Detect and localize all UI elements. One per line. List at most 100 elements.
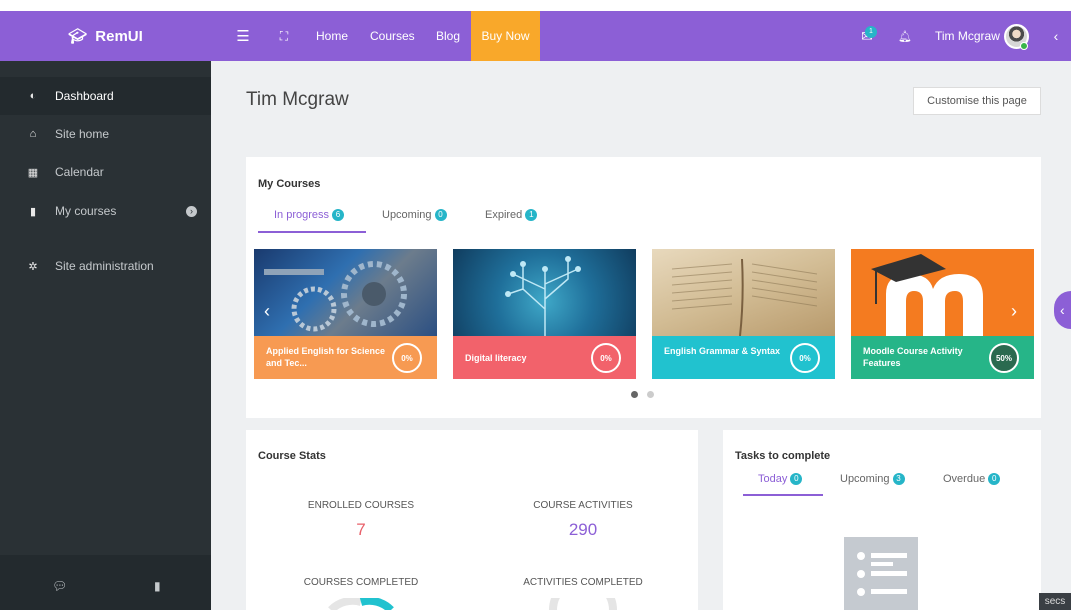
nav-link-blog[interactable]: Blog	[436, 11, 460, 61]
course-image	[453, 249, 636, 336]
tab-count-badge: 6	[332, 209, 345, 221]
sidebar-item-site-administration[interactable]: ✲ Site administration	[0, 247, 211, 285]
course-label-bar: Digital literacy 0%	[453, 336, 636, 379]
tab-upcoming[interactable]: Upcoming 3	[840, 473, 905, 485]
bookmark-icon[interactable]: ▮	[154, 579, 161, 593]
carousel-dot-active[interactable]	[631, 391, 638, 398]
course-name: Moodle Course Activity Features	[863, 346, 963, 368]
carousel-next-arrow[interactable]: ›	[1011, 301, 1017, 322]
course-card[interactable]: English Grammar & Syntax 0%	[652, 249, 835, 379]
course-activities-value: 290	[568, 520, 598, 539]
main-content: Tim Mcgraw Customise this page My Course…	[211, 61, 1071, 610]
tab-overdue[interactable]: Overdue 0	[943, 473, 1001, 485]
course-stats-card: Course Stats ENROLLED COURSES 7 COURSE A…	[246, 430, 698, 610]
course-progress-ring: 0%	[392, 343, 422, 373]
tab-label: Upcoming	[840, 473, 890, 485]
fullscreen-icon[interactable]: ⛶	[274, 11, 294, 61]
tab-count-badge: 3	[892, 473, 905, 485]
list-icon	[857, 552, 907, 596]
home-icon: ⌂	[29, 128, 37, 140]
course-image	[652, 249, 835, 337]
chat-icon[interactable]: 💬︎	[52, 579, 67, 593]
course-label-bar: English Grammar & Syntax 0%	[652, 336, 835, 379]
sidebar-item-site-home[interactable]: ⌂ Site home	[0, 115, 211, 153]
top-strip	[0, 0, 1071, 11]
tab-count-badge: 0	[790, 473, 803, 485]
tab-label: Today	[758, 473, 788, 485]
graduation-cap-icon: 🎓︎	[68, 28, 88, 45]
notification-bell-icon[interactable]: 🔔︎	[898, 11, 912, 61]
course-name: Applied English for Science and Tec...	[266, 346, 386, 368]
nav-link-home[interactable]: Home	[316, 11, 348, 61]
sidebar-item-calendar[interactable]: ▦ Calendar	[0, 153, 211, 191]
courses-completed-label: COURSES COMPLETED	[303, 577, 419, 588]
card-title: Course Stats	[258, 450, 326, 462]
online-status-indicator	[1020, 42, 1028, 50]
course-image	[254, 249, 437, 336]
course-card[interactable]: Digital literacy 0%	[453, 249, 636, 379]
brand-name: RemUI	[95, 27, 143, 45]
tab-label: Upcoming	[382, 209, 432, 221]
tab-today[interactable]: Today 0	[758, 473, 803, 485]
dashboard-icon: ◐	[29, 90, 37, 102]
gear-icon: ✲	[28, 260, 38, 273]
course-label-bar: Applied English for Science and Tec... 0…	[254, 336, 437, 379]
nav-link-courses[interactable]: Courses	[370, 11, 415, 61]
sidebar-item-label: Dashboard	[55, 89, 114, 103]
tab-count-badge: 0	[988, 473, 1001, 485]
course-card[interactable]: Moodle Course Activity Features 50% ›	[851, 249, 1034, 379]
chevron-right-icon[interactable]: ›	[186, 205, 197, 217]
left-sidebar: ◐ Dashboard ⌂ Site home ▦ Calendar ▮ My …	[0, 61, 211, 610]
my-courses-card: My Courses In progress 6 Upcoming 0 Expi…	[246, 157, 1041, 418]
sidebar-item-label: Site home	[55, 127, 110, 141]
gears-illustration	[264, 261, 407, 332]
tab-label: Overdue	[943, 473, 986, 485]
customise-page-button[interactable]: Customise this page	[913, 87, 1041, 115]
course-progress-ring: 0%	[591, 343, 621, 373]
page-title: Tim Mcgraw	[246, 89, 349, 110]
enrolled-courses-value: 7	[356, 520, 366, 539]
moodle-logo-illustration	[871, 254, 983, 336]
hamburger-menu-icon[interactable]: ☰	[233, 11, 253, 61]
tab-expired[interactable]: Expired 1	[485, 209, 538, 221]
book-pages-illustration	[671, 258, 818, 337]
sidebar-item-my-courses[interactable]: ▮ My courses ›	[0, 192, 211, 230]
sidebar-item-dashboard[interactable]: ◐ Dashboard	[0, 77, 211, 115]
course-name: Digital literacy	[465, 353, 527, 363]
circuit-tree-illustration	[505, 256, 581, 336]
tab-count-badge: 0	[434, 209, 447, 221]
activities-completed-chart	[549, 598, 617, 610]
course-card[interactable]: Applied English for Science and Tec... 0…	[254, 249, 437, 379]
message-count-badge: 1	[865, 26, 877, 38]
carousel-prev-arrow[interactable]: ‹	[264, 301, 270, 322]
tab-label: Expired	[485, 209, 523, 221]
chevron-left-icon[interactable]: ‹	[1048, 11, 1064, 61]
tab-in-progress[interactable]: In progress 6	[274, 209, 345, 221]
top-navbar: 🎓︎ RemUI ☰ ⛶ Home Courses Blog Buy Now ✉…	[0, 11, 1071, 61]
tasks-card: Tasks to complete Today 0 Upcoming 3 Ove…	[723, 430, 1041, 610]
sidebar-item-label: My courses	[55, 204, 117, 218]
course-activities-label: COURSE ACTIVITIES	[533, 500, 633, 511]
active-tab-indicator	[258, 231, 366, 233]
course-progress-ring: 50%	[989, 343, 1019, 373]
sidebar-footer: 💬︎ ▮	[0, 555, 211, 610]
calendar-icon: ▦	[27, 166, 39, 179]
enrolled-courses-label: ENROLLED COURSES	[307, 500, 415, 511]
book-icon: ▮	[29, 205, 37, 218]
sidebar-item-label: Calendar	[55, 165, 104, 179]
brand-logo[interactable]: 🎓︎ RemUI	[0, 11, 211, 61]
course-image	[851, 249, 1034, 336]
tab-count-badge: 1	[525, 209, 538, 221]
carousel-dot[interactable]	[647, 391, 654, 398]
user-menu-name[interactable]: Tim Mcgraw	[935, 11, 1000, 61]
card-title: Tasks to complete	[735, 450, 831, 462]
sidebar-item-label: Site administration	[55, 259, 154, 273]
tab-upcoming[interactable]: Upcoming 0	[382, 209, 447, 221]
card-title: My Courses	[258, 178, 321, 190]
activities-completed-label: ACTIVITIES COMPLETED	[523, 577, 643, 588]
buy-now-button[interactable]: Buy Now	[471, 11, 540, 61]
empty-tasks-illustration	[844, 537, 918, 610]
tab-label: In progress	[274, 209, 330, 221]
course-name: English Grammar & Syntax	[664, 346, 781, 356]
active-tab-indicator	[743, 494, 823, 496]
